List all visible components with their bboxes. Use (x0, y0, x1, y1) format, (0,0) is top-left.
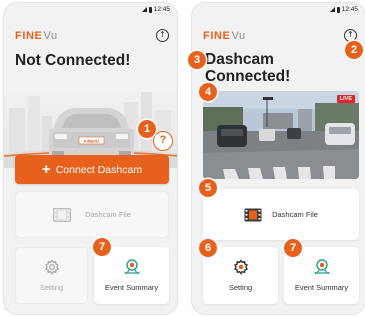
upload-icon[interactable]: ↑ (156, 29, 169, 42)
setting-label: Setting (228, 283, 253, 292)
event-summary-label: Event Summary (294, 283, 349, 292)
live-view[interactable]: LIVE (203, 91, 359, 179)
event-summary-label: Event Summary (104, 283, 159, 292)
film-icon (244, 208, 262, 221)
live-badge: LIVE (336, 95, 355, 103)
status-bar: 12:45 (329, 6, 358, 13)
callout-4: 4 (199, 83, 217, 101)
dashcam-file-label: Dashcam File (272, 210, 318, 219)
plus-icon: + (41, 160, 51, 178)
dashcam-file-button[interactable]: Dashcam File (15, 191, 169, 238)
setting-label: Setting (39, 283, 64, 292)
callout-5: 5 (199, 179, 217, 197)
signal-icon (141, 7, 147, 12)
event-summary-button[interactable]: Event Summary (94, 247, 169, 304)
upload-icon[interactable]: ↑ (344, 29, 357, 42)
setting-button[interactable]: Setting (15, 247, 88, 304)
callout-2: 2 (345, 41, 363, 59)
film-icon (53, 207, 72, 222)
event-camera-icon (124, 259, 139, 274)
title-line-2: Connected! (205, 68, 291, 85)
dashcam-file-button[interactable]: Dashcam File (203, 189, 359, 240)
callout-6: 6 (199, 239, 217, 257)
callout-7-right: 7 (284, 239, 302, 257)
callout-7-left: 7 (93, 238, 111, 256)
app-logo: FINEVu (15, 30, 58, 42)
event-camera-icon (314, 259, 329, 274)
battery-icon (148, 6, 152, 13)
plate-text: FINEVU (84, 139, 99, 144)
battery-icon (336, 6, 340, 13)
app-logo: FINEVu (203, 30, 246, 42)
callout-3: 3 (188, 51, 206, 69)
status-time: 12:45 (341, 6, 358, 13)
live-camera-image (203, 91, 359, 179)
callout-1: 1 (138, 120, 156, 138)
connect-dashcam-button[interactable]: + Connect Dashcam (15, 155, 169, 184)
help-icon[interactable]: ? (153, 131, 173, 151)
phone-connected: 12:45 FINEVu ↑ Dashcam Connected! LIVE D… (191, 2, 365, 315)
dashcam-file-label: Dashcam File (85, 210, 131, 219)
status-time: 12:45 (153, 6, 170, 13)
gear-icon (44, 259, 59, 275)
gear-icon (233, 259, 248, 275)
page-title: Dashcam Connected! (205, 51, 290, 85)
title-line-1: Dashcam (205, 51, 274, 68)
status-bar: 12:45 (141, 6, 170, 13)
page-title: Not Connected! (15, 52, 131, 69)
phone-not-connected: 12:45 FINEVu ↑ Not Connected! FINEVU ? +… (3, 2, 178, 315)
setting-button[interactable]: Setting (203, 247, 278, 304)
signal-icon (329, 7, 335, 12)
